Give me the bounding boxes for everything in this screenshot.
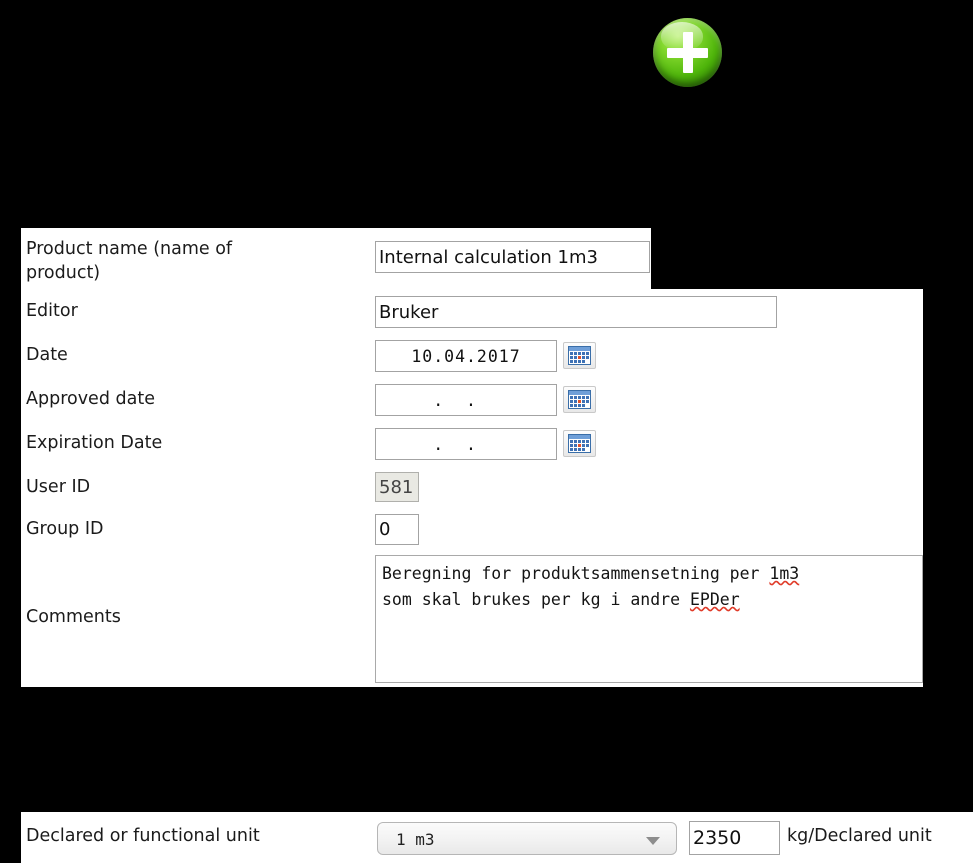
declared-unit-selected-value: 1 m3 [396,830,435,849]
label-declared-unit: Declared or functional unit [26,826,260,846]
date-input[interactable] [375,340,557,372]
chevron-down-icon [646,837,660,845]
calendar-icon [568,434,591,453]
label-comments: Comments [26,607,121,627]
calendar-icon-expiration-date[interactable] [563,430,596,457]
field-row-expiration-date: Expiration Date [21,421,923,465]
field-row-comments: Comments Beregning for produktsammensetn… [21,549,923,687]
add-button[interactable] [653,18,722,87]
label-user-id: User ID [26,477,91,497]
declared-unit-quantity-input[interactable] [689,821,780,855]
product-metadata-form: Product name (name of product) Editor Da… [21,228,923,687]
comments-line1-misspelled: 1m3 [769,564,800,583]
approved-date-input[interactable] [375,384,557,416]
declared-unit-suffix: kg/Declared unit [787,826,932,846]
label-group-id: Group ID [26,519,104,539]
screen: Product name (name of product) Editor Da… [0,0,973,863]
plus-icon-vertical [682,32,693,73]
comments-textarea-wrapper[interactable]: Beregning for produktsammensetning per 1… [375,555,923,683]
editor-input[interactable] [375,296,777,328]
label-approved-date: Approved date [26,389,155,409]
field-row-approved-date: Approved date [21,377,923,421]
group-id-input[interactable] [375,514,419,545]
field-row-editor: Editor [21,289,923,333]
comments-line1-plain: Beregning for produktsammensetning per [382,564,770,583]
calendar-icon [568,346,591,365]
label-editor: Editor [26,301,78,321]
calendar-icon [568,390,591,409]
declared-unit-row: Declared or functional unit 1 m3 kg/Decl… [21,812,973,863]
field-row-product-name: Product name (name of product) [21,228,923,289]
field-row-user-id: User ID [21,465,923,507]
field-row-group-id: Group ID [21,507,923,549]
declared-unit-select[interactable]: 1 m3 [377,822,677,855]
comments-line2-misspelled: EPDer [689,590,740,609]
calendar-icon-approved-date[interactable] [563,386,596,413]
comments-text: Beregning for produktsammensetning per 1… [382,561,799,613]
field-row-date: Date [21,333,923,377]
label-expiration-date: Expiration Date [26,433,163,453]
product-name-input[interactable] [375,241,650,273]
expiration-date-input[interactable] [375,428,557,460]
user-id-input[interactable] [375,472,419,502]
comments-line2-plain: som skal brukes per kg i andre [382,590,690,609]
calendar-icon-date[interactable] [563,342,596,369]
label-product-name: Product name (name of product) [26,239,233,283]
label-date: Date [26,345,68,365]
